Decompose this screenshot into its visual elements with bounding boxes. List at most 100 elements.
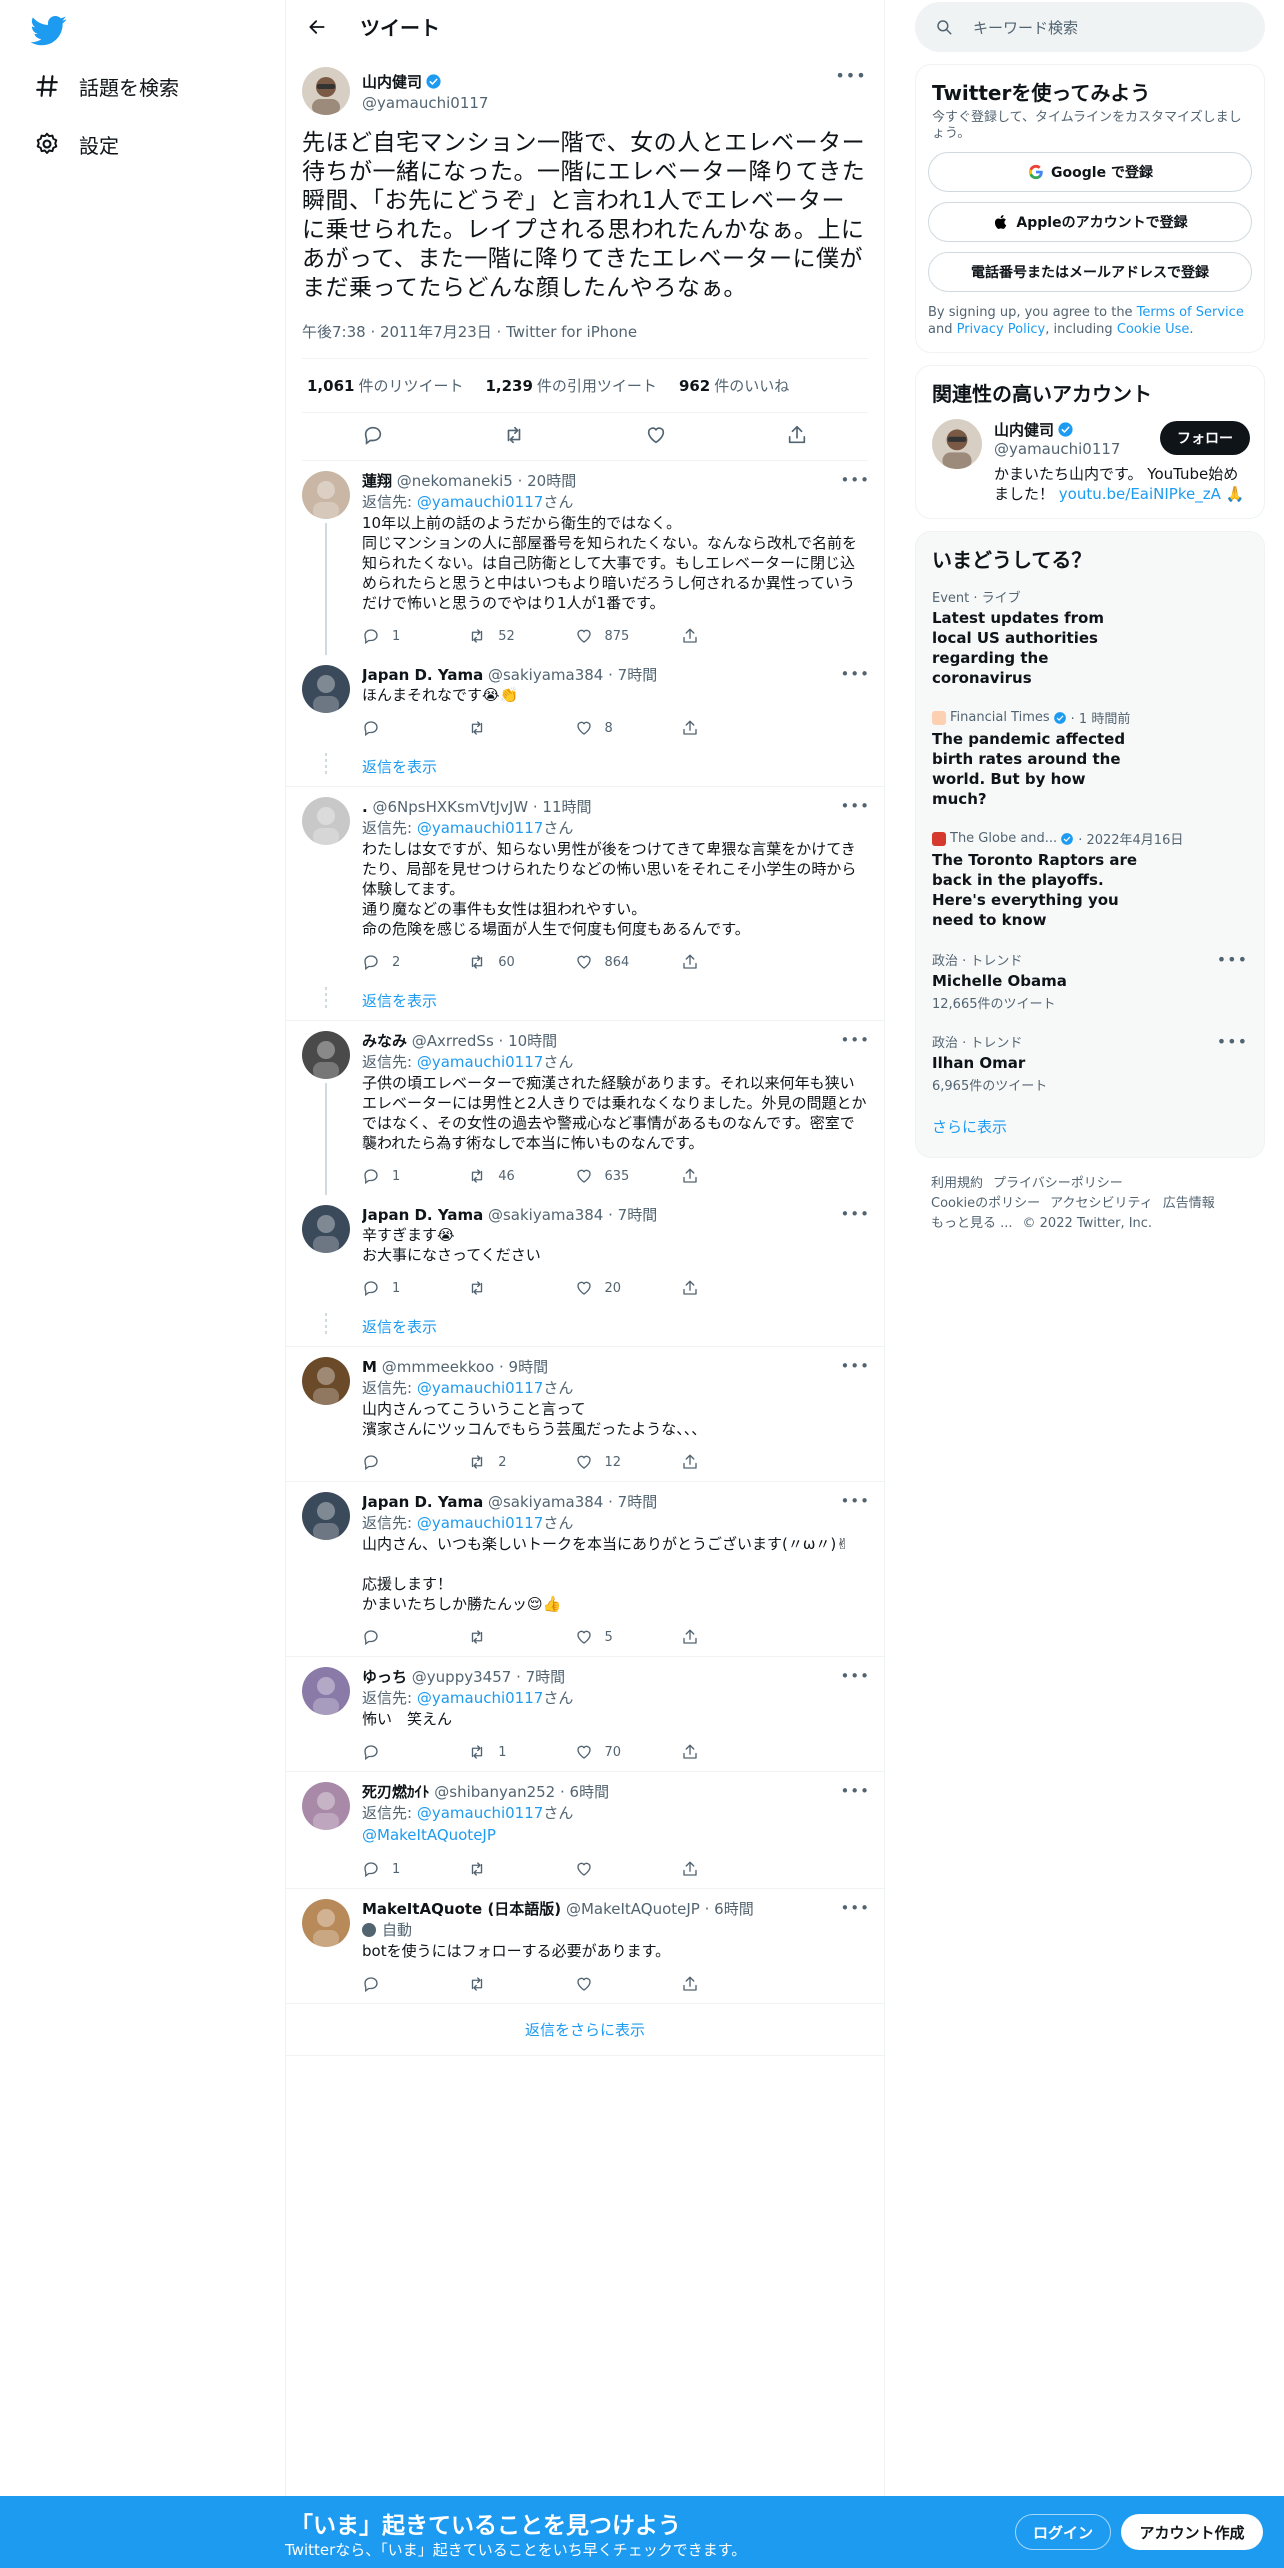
share-button[interactable]: [681, 719, 787, 737]
reply-author-name[interactable]: Japan D. Yama: [362, 666, 483, 684]
share-button[interactable]: [681, 1167, 787, 1185]
like-button[interactable]: 864: [575, 953, 681, 971]
avatar[interactable]: [302, 471, 350, 519]
reply-to-link[interactable]: @yamauchi0117: [417, 1379, 543, 1397]
reply-author-name[interactable]: Japan D. Yama: [362, 1493, 483, 1511]
more-options-icon[interactable]: •••: [840, 471, 870, 489]
reply-time[interactable]: · 20時間: [518, 472, 577, 490]
show-replies-link[interactable]: 返信を表示: [286, 1307, 884, 1347]
footer-cookie-link[interactable]: Cookieのポリシー: [931, 1196, 1040, 1211]
more-options-icon[interactable]: •••: [840, 1667, 870, 1685]
reply-time[interactable]: · 11時間: [533, 798, 592, 816]
reply-to-link[interactable]: @yamauchi0117: [417, 493, 543, 511]
reply-author-name[interactable]: ゆっち: [362, 1668, 407, 1686]
reply-time[interactable]: · 9時間: [499, 1358, 548, 1376]
reply-button[interactable]: 1: [362, 1860, 468, 1878]
share-button[interactable]: [681, 1628, 787, 1646]
reply-handle[interactable]: @nekomaneki5: [397, 472, 513, 490]
more-options-icon[interactable]: •••: [840, 665, 870, 683]
avatar[interactable]: [302, 797, 350, 845]
login-button[interactable]: ログイン: [1015, 2514, 1111, 2550]
reply-handle[interactable]: @sakiyama384: [488, 1206, 603, 1224]
reply-time[interactable]: · 7時間: [608, 666, 657, 684]
avatar[interactable]: [302, 1205, 350, 1253]
footer-more-link[interactable]: もっと見る ...: [931, 1216, 1013, 1231]
reply-to-link[interactable]: @yamauchi0117: [417, 1689, 543, 1707]
quote-count[interactable]: 1,239 件の引用ツイート: [485, 375, 656, 396]
reply-button[interactable]: 1: [362, 627, 468, 645]
reply-handle[interactable]: @sakiyama384: [488, 1493, 603, 1511]
avatar[interactable]: [932, 419, 982, 469]
avatar[interactable]: [302, 1899, 350, 1947]
footer-accessibility-link[interactable]: アクセシビリティ: [1050, 1196, 1153, 1211]
cookie-use-link[interactable]: Cookie Use: [1117, 322, 1190, 337]
share-button[interactable]: [681, 1279, 787, 1297]
like-button[interactable]: 875: [575, 627, 681, 645]
reply-author-name[interactable]: M: [362, 1358, 377, 1376]
reply-to-link[interactable]: @yamauchi0117: [417, 1514, 543, 1532]
author-handle[interactable]: @yamauchi0117: [362, 94, 488, 112]
retweet-button[interactable]: [468, 1860, 574, 1878]
show-more-replies-link[interactable]: 返信をさらに表示: [286, 2004, 884, 2056]
back-arrow-icon[interactable]: [302, 12, 332, 42]
more-options-icon[interactable]: •••: [834, 65, 868, 85]
retweet-button[interactable]: 46: [468, 1167, 574, 1185]
like-button[interactable]: 5: [575, 1628, 681, 1646]
retweet-button[interactable]: [468, 1975, 574, 1993]
like-icon[interactable]: [645, 424, 667, 450]
like-button[interactable]: 12: [575, 1453, 681, 1471]
retweet-icon[interactable]: [503, 424, 525, 450]
reply-button[interactable]: [362, 1975, 468, 1993]
share-button[interactable]: [681, 1860, 787, 1878]
reply-button[interactable]: 2: [362, 953, 468, 971]
trend-item[interactable]: Financial Times · 1 時間前 The pandemic affec…: [916, 698, 1264, 819]
reply-handle[interactable]: @6NpsHXKsmVtJvJW: [372, 798, 528, 816]
reply-time[interactable]: · 7時間: [516, 1668, 565, 1686]
share-button[interactable]: [681, 953, 787, 971]
reply-tweet[interactable]: Japan D. Yama @sakiyama384 · 7時間 ••• 返信先: …: [286, 1482, 884, 1657]
avatar[interactable]: [302, 1492, 350, 1540]
reply-time[interactable]: · 7時間: [608, 1493, 657, 1511]
like-button[interactable]: 20: [575, 1279, 681, 1297]
more-options-icon[interactable]: •••: [840, 1031, 870, 1049]
more-options-icon[interactable]: •••: [840, 1899, 870, 1917]
share-icon[interactable]: [786, 424, 808, 450]
reply-tweet[interactable]: M @mmmeekkoo · 9時間 ••• 返信先: @yamauchi0117さ…: [286, 1347, 884, 1482]
trend-item[interactable]: 政治 · トレンド Michelle Obama 12,665件のツイート •••: [916, 940, 1264, 1022]
retweet-button[interactable]: [468, 1279, 574, 1297]
retweet-count[interactable]: 1,061 件のリツイート: [307, 375, 463, 396]
reply-time[interactable]: · 6時間: [560, 1783, 609, 1801]
reply-handle[interactable]: @AxrredSs: [412, 1032, 494, 1050]
reply-author-name[interactable]: MakeItAQuote (日本語版): [362, 1900, 561, 1918]
google-signup-button[interactable]: Google で登録: [928, 152, 1252, 192]
trend-item[interactable]: Event · ライブ Latest updates from local US …: [916, 577, 1264, 698]
related-account[interactable]: 山内健司 @yamauchi0117 かまいたち山内です。 YouTube始めま…: [916, 411, 1264, 518]
like-button[interactable]: 70: [575, 1743, 681, 1761]
avatar[interactable]: [302, 1031, 350, 1079]
reply-handle[interactable]: @mmmeekkoo: [382, 1358, 495, 1376]
reply-tweet[interactable]: . @6NpsHXKsmVtJvJW · 11時間 ••• 返信先: @yamauc…: [286, 787, 884, 981]
avatar[interactable]: [302, 1782, 350, 1830]
search-input[interactable]: キーワード検索: [915, 2, 1265, 52]
more-options-icon[interactable]: •••: [840, 1205, 870, 1223]
reply-to-link[interactable]: @yamauchi0117: [417, 1804, 543, 1822]
reply-tweet[interactable]: みなみ @AxrredSs · 10時間 ••• 返信先: @yamauchi011…: [286, 1021, 884, 1195]
retweet-button[interactable]: 1: [468, 1743, 574, 1761]
more-options-icon[interactable]: •••: [1217, 950, 1248, 969]
reply-to-link[interactable]: @yamauchi0117: [417, 819, 543, 837]
reply-author-name[interactable]: .: [362, 798, 368, 816]
show-replies-link[interactable]: 返信を表示: [286, 981, 884, 1021]
reply-button[interactable]: [362, 719, 468, 737]
show-replies-link[interactable]: 返信を表示: [286, 747, 884, 787]
trends-show-more-link[interactable]: さらに表示: [916, 1104, 1264, 1157]
reply-button[interactable]: [362, 1743, 468, 1761]
twitter-logo-icon[interactable]: [30, 12, 67, 48]
like-button[interactable]: [575, 1975, 681, 1993]
trend-item[interactable]: The Globe and... · 2022年4月16日 The Toronto …: [916, 819, 1264, 940]
author-name[interactable]: 山内健司: [362, 71, 488, 92]
reply-time[interactable]: · 6時間: [705, 1900, 754, 1918]
more-options-icon[interactable]: •••: [1217, 1032, 1248, 1051]
reply-button[interactable]: 1: [362, 1279, 468, 1297]
reply-author-name[interactable]: Japan D. Yama: [362, 1206, 483, 1224]
avatar[interactable]: [302, 67, 350, 115]
